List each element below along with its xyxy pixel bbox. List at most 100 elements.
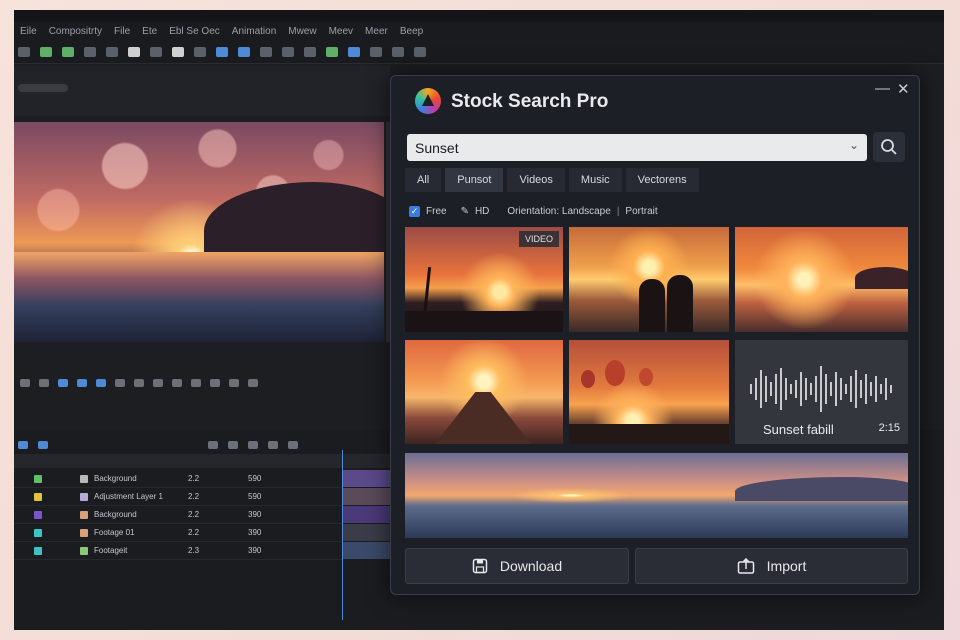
pen-icon[interactable]: ✎ [461,206,469,217]
free-label: Free [426,205,447,217]
tool-icon[interactable] [39,379,49,387]
panel-tab[interactable] [18,84,68,92]
tool-icon[interactable] [40,46,52,57]
menu-item[interactable]: Meer [359,26,394,37]
tool-icon[interactable] [18,441,28,449]
layer-label-swatch [80,492,88,501]
menu-item[interactable]: File [108,26,136,37]
person-silhouette [639,279,665,332]
menu-item[interactable]: Mwew [282,26,322,37]
preview-sea [14,252,384,342]
search-icon [881,139,897,155]
tool-icon[interactable] [38,441,48,449]
tool-icon[interactable] [238,46,250,57]
layer-row[interactable]: Footageit 2.3 390 [14,542,390,560]
menu-item[interactable]: Eile [14,26,43,37]
tool-icon[interactable] [268,441,278,449]
tool-icon[interactable] [216,46,228,57]
tool-icon[interactable] [128,46,140,57]
tool-icon[interactable] [106,46,118,57]
free-checkbox[interactable]: ✓ [409,205,420,217]
tab-videos[interactable]: Videos [507,168,565,192]
balloon-shape [605,360,625,386]
tool-icon[interactable] [282,46,294,57]
menu-item[interactable]: Ete [136,26,163,37]
tool-icon[interactable] [228,441,238,449]
result-thumbnail-balloons[interactable] [569,340,729,444]
tool-icon[interactable] [62,46,74,57]
tool-icon[interactable] [210,379,220,387]
menu-item[interactable]: Compositrty [43,26,108,37]
layer-value: 2.2 [188,474,200,483]
tool-icon[interactable] [414,46,426,57]
layer-row[interactable]: Adjustment Layer 1 2.2 590 [14,488,390,506]
tool-icon[interactable] [191,379,201,387]
result-thumbnail-lake[interactable] [735,227,908,332]
result-thumbnail-couple[interactable] [569,227,729,332]
layer-row[interactable]: Background 2.2 390 [14,506,390,524]
tool-icon[interactable] [96,379,106,387]
chevron-down-icon[interactable]: ⌄ [849,138,859,152]
result-audio-track[interactable]: Sunset fabill 2:15 [735,340,908,444]
composition-preview[interactable] [14,122,384,342]
tool-icon[interactable] [348,46,360,57]
menu-item[interactable]: Animation [226,26,282,37]
layer-value: 390 [248,510,262,519]
tool-icon[interactable] [260,46,272,57]
tool-icon[interactable] [392,46,404,57]
layer-row[interactable]: Footage 01 2.2 390 [14,524,390,542]
tool-icon[interactable] [248,441,258,449]
tool-icon[interactable] [84,46,96,57]
timeline-playhead[interactable] [342,450,390,620]
import-button[interactable]: Import [635,548,908,584]
tool-icon[interactable] [58,379,68,387]
result-thumbnail-panorama[interactable] [405,453,908,538]
tool-icon[interactable] [194,46,206,57]
host-titlebar [14,10,944,22]
tool-icon[interactable] [208,441,218,449]
orientation-landscape[interactable]: Orientation: Landscape [507,206,610,217]
result-thumbnail-palms-video[interactable]: VIDEO [405,227,563,332]
hd-label[interactable]: HD [475,206,489,217]
tab-photos[interactable]: Punsot [445,168,504,192]
category-tabs: All Punsot Videos Music Vectorens [405,168,699,192]
stock-search-dialog: Stock Search Pro — ✕ ⌄ All Punsot Videos… [390,75,920,595]
tool-icon[interactable] [326,46,338,57]
tool-icon[interactable] [288,441,298,449]
layer-value: 390 [248,546,262,555]
menu-item[interactable]: Ebl Se Oec [163,26,226,37]
layer-row[interactable]: Background 2.2 590 [14,470,390,488]
tool-icon[interactable] [77,379,87,387]
balloon-shape [581,370,595,388]
tool-icon[interactable] [248,379,258,387]
orientation-portrait[interactable]: Portrait [625,206,657,217]
tool-icon[interactable] [370,46,382,57]
import-label: Import [766,558,807,574]
tool-icon[interactable] [20,379,30,387]
tool-icon[interactable] [115,379,125,387]
menu-item[interactable]: Beep [394,26,429,37]
tool-icon[interactable] [134,379,144,387]
result-thumbnail-pier[interactable] [405,340,563,444]
save-icon [472,558,488,574]
host-menubar: Eile Compositrty File Ete Ebl Se Oec Ani… [14,22,944,40]
tool-icon[interactable] [153,379,163,387]
tab-music[interactable]: Music [568,168,622,192]
download-button[interactable]: Download [405,548,629,584]
close-icon[interactable]: ✕ [897,80,910,98]
tab-vectors[interactable]: Vectorens [625,168,699,192]
tool-icon[interactable] [304,46,316,57]
tool-icon[interactable] [172,46,184,57]
menu-item[interactable]: Meev [323,26,359,37]
layer-color-swatch [34,546,42,555]
tool-icon[interactable] [229,379,239,387]
tool-icon[interactable] [18,46,30,57]
tab-all[interactable]: All [405,168,442,192]
layer-value: 590 [248,492,262,501]
search-button[interactable] [873,132,905,162]
tool-icon[interactable] [150,46,162,57]
search-input[interactable] [407,134,867,161]
tool-icon[interactable] [172,379,182,387]
minimize-icon[interactable]: — [875,80,890,97]
layer-label-swatch [80,528,88,537]
